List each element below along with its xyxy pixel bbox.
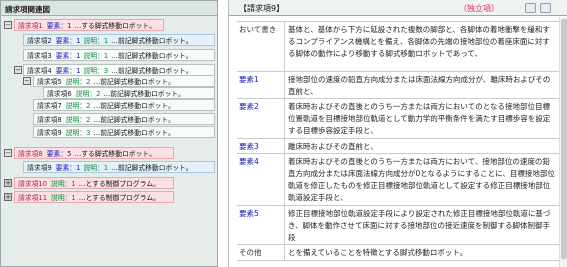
detail-title: 【請求項9】 [239, 4, 285, 13]
row-text: 接地部位の速度の鉛直方向成分または床面法線方向成分が、離床時およびその直前と、 [288, 75, 551, 96]
tree-row-claim11[interactable]: 請求項11 説明：1 …とする制御プログラム。 [14, 191, 174, 203]
table-row: その他 とを備えていることを特徴とする脚式移動ロボット。 [237, 245, 559, 261]
row-text: 離床時およびその直前と、 [288, 142, 378, 151]
row-text: 修正目標接地部位軌道設定手段により設定された修正目標接地部位軌道に基づき、脚体を… [288, 209, 551, 242]
row-label: その他 [237, 245, 285, 260]
claim-detail-panel: 【請求項9】 （独立項） おいて書き 基体と、基体から下方に延設された複数の脚部… [228, 0, 567, 267]
tree-row-claim1[interactable]: 請求項1 要素：1 …する脚式移動ロボット。 [14, 19, 164, 31]
table-row: 要素3 離床時およびその直前と、 [237, 139, 559, 154]
table-row: 要素2 着床時およびその直後とのうち一方または両方においてのとなる接地部位目標位… [237, 99, 559, 139]
row-text: とを備えていることを特徴とする脚式移動ロボット。 [288, 248, 468, 257]
tree-row-claim6[interactable]: 請求項6 説明：2 …前記脚式移動ロボット。 [43, 87, 215, 99]
collapse-toggle-icon[interactable]: − [4, 149, 12, 157]
collapse-toggle-icon[interactable]: − [14, 66, 22, 74]
table-row: おいて書き 基体と、基体から下方に延設された複数の脚部と、各脚体の着地衝撃を緩和… [237, 22, 559, 72]
tree-row-claim9[interactable]: 請求項9 要素：1 説明：1 …前記脚式移動ロボット。 [23, 161, 215, 173]
claim-tree-panel: 請求項関連図 − 請求項1 要素：1 …する脚式移動ロボット。 請求項2 要素：… [0, 0, 218, 267]
copy-icon[interactable] [525, 3, 536, 13]
tree-row-claim7[interactable]: 請求項7 説明：2 …前記脚式移動ロボット。 [33, 99, 215, 111]
tree-row-claim2[interactable]: 請求項2 要素：1 説明：1 …前記脚式移動ロボット。 [23, 34, 215, 46]
detail-header: 【請求項9】 （独立項） [229, 0, 567, 16]
row-text: 着床時およびその直後とのうち一方または両方において、接地部位の速度の鉛直方向成分… [288, 157, 555, 202]
row-label[interactable]: 要素3 [237, 139, 285, 153]
row-label[interactable]: 要素2 [237, 99, 285, 138]
row-text: 着床時およびその直後とのうち一方または両方においてのとなる接地部位目標位置軌道を… [288, 102, 551, 135]
table-row: 要素4 着床時およびその直後とのうち一方または両方において、接地部位の速度の鉛直… [237, 154, 559, 206]
expand-toggle-icon[interactable]: + [4, 193, 12, 201]
tree-row-claim8[interactable]: 請求項8 説明：2 …前記脚式移動ロボット。 [33, 113, 215, 125]
scrollbar-thumb[interactable] [561, 19, 567, 259]
tree-row-claim5[interactable]: 請求項5 説明：2 …前記脚式移動ロボット。 [33, 75, 215, 87]
table-row: 要素1 接地部位の速度の鉛直方向成分または床面法線方向成分が、離床時およびその直… [237, 72, 559, 99]
row-text: 基体と、基体から下方に延設された複数の脚部と、各脚体の着地衝撃を緩和するコンプラ… [288, 25, 550, 58]
row-label[interactable]: 要素5 [237, 206, 285, 244]
claim-element-table: おいて書き 基体と、基体から下方に延設された複数の脚部と、各脚体の着地衝撃を緩和… [237, 21, 559, 261]
collapse-toggle-icon[interactable]: − [23, 77, 31, 85]
row-label[interactable]: 要素4 [237, 154, 285, 205]
row-label: おいて書き [237, 22, 285, 71]
window-icon[interactable] [540, 3, 551, 13]
expand-toggle-icon[interactable]: + [4, 179, 12, 187]
collapse-toggle-icon[interactable]: − [4, 21, 12, 29]
claim-type-label: （独立項） [459, 4, 499, 13]
vertical-scrollbar[interactable] [559, 17, 567, 267]
tree-row-claim3[interactable]: 請求項3 要素：1 説明：1 …前記脚式移動ロボット。 [23, 49, 215, 61]
row-label[interactable]: 要素1 [237, 72, 285, 98]
table-row: 要素5 修正目標接地部位軌道設定手段により設定された修正目標接地部位軌道に基づき… [237, 206, 559, 245]
claim-tree-title: 請求項関連図 [1, 1, 217, 16]
tree-row-claim10[interactable]: 請求項10 説明：1 …とする制御プログラム。 [14, 177, 174, 189]
tree-row-claim9-sub[interactable]: 請求項9 説明：3 …前記脚式移動ロボット。 [33, 126, 215, 138]
tree-row-claim-independent[interactable]: 請求項8 要素：5 …する脚式移動ロボット。 [14, 147, 174, 159]
